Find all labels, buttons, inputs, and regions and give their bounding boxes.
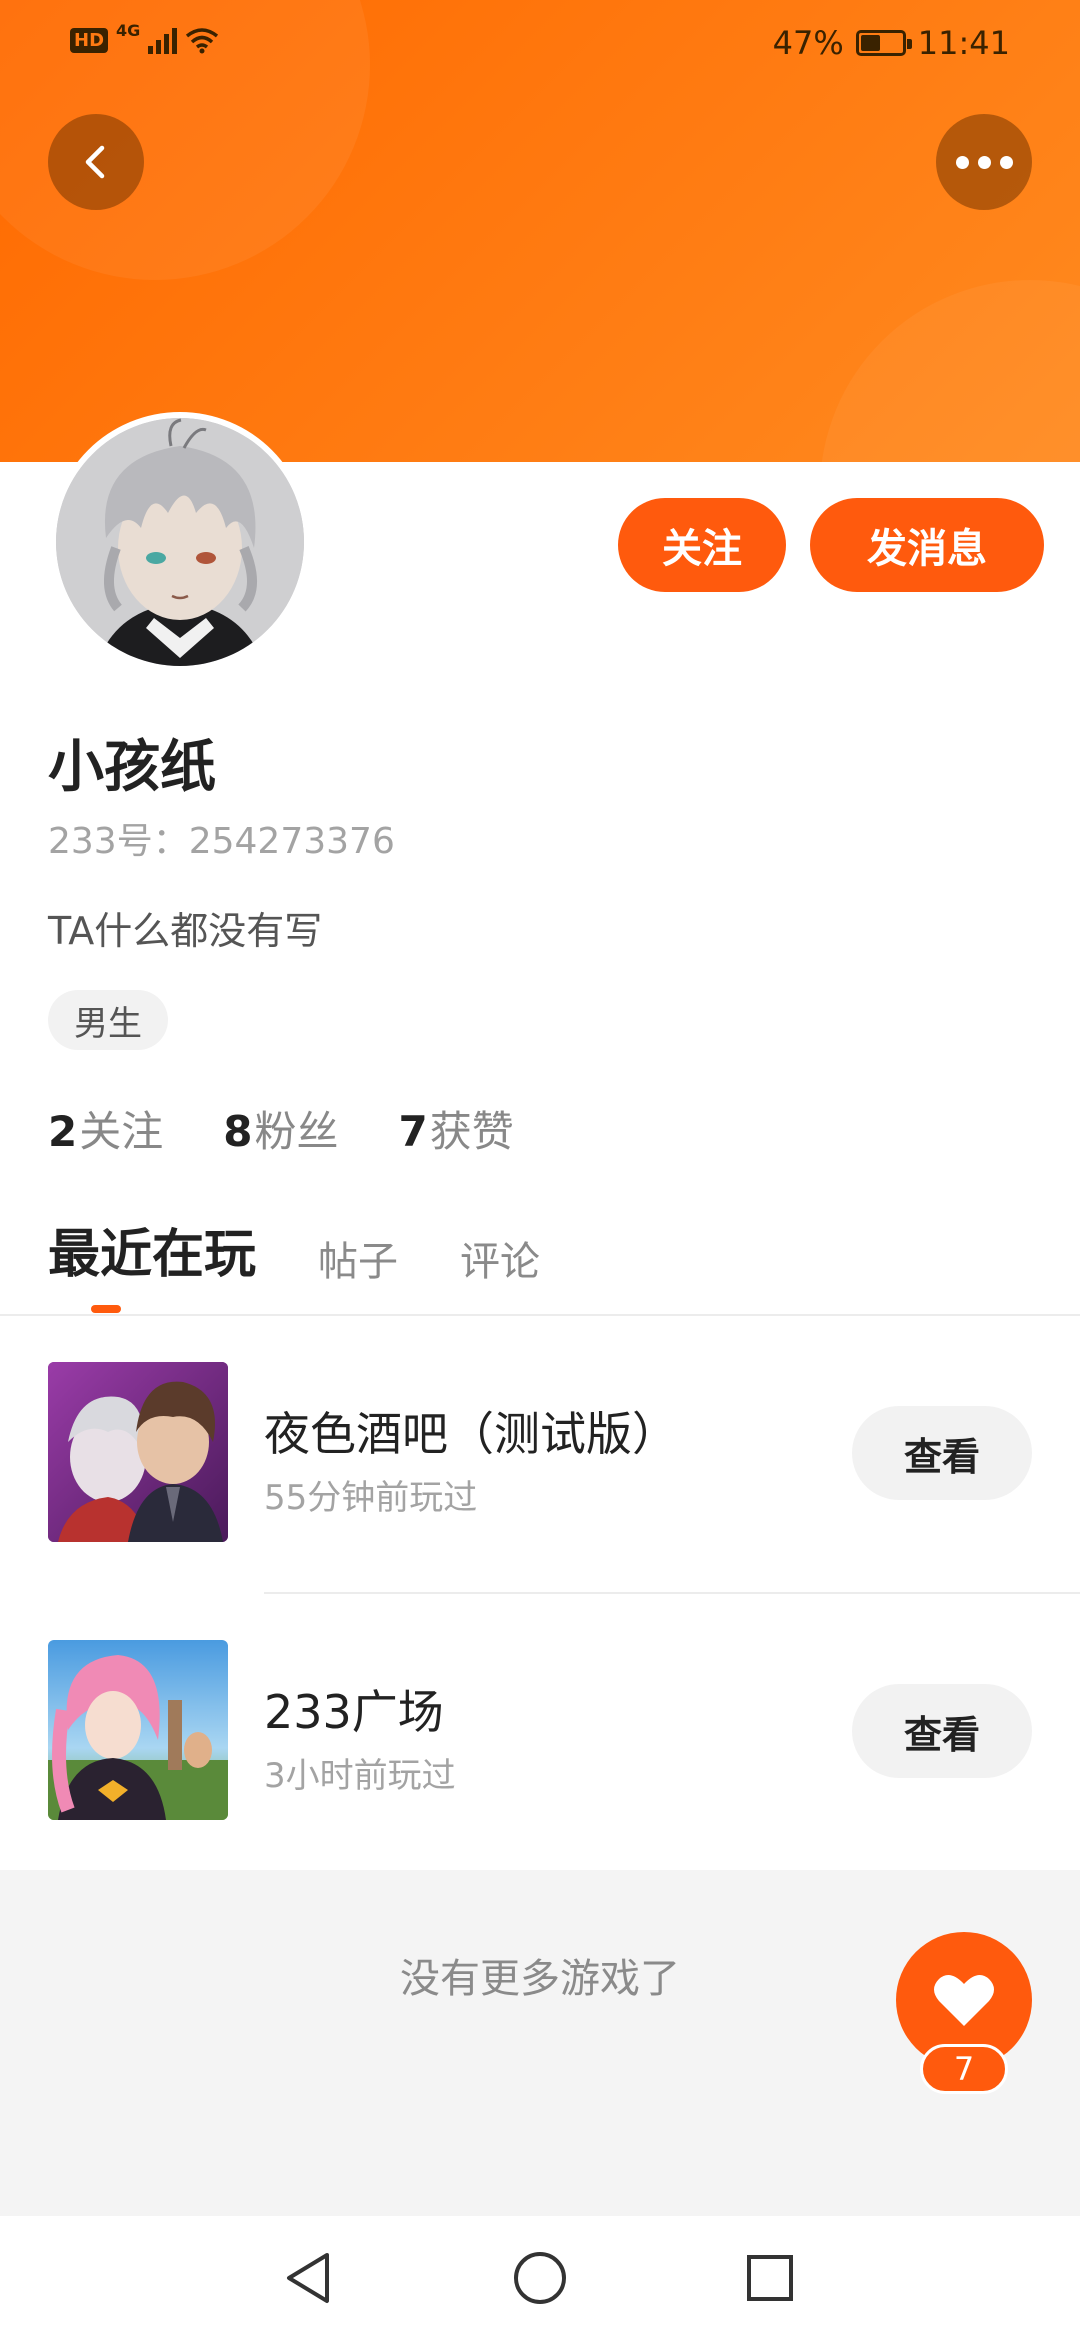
clock: 11:41 bbox=[917, 24, 1010, 62]
nav-back-button[interactable] bbox=[276, 2246, 340, 2310]
battery-percent: 47% bbox=[772, 24, 844, 62]
profile-tabs: 最近在玩 帖子 评论 bbox=[48, 1212, 540, 1297]
nav-recents-icon bbox=[747, 2255, 793, 2301]
avatar-image bbox=[56, 418, 304, 666]
tab-divider bbox=[0, 1314, 1080, 1316]
active-tab-indicator bbox=[91, 1305, 121, 1313]
like-count-badge: 7 bbox=[920, 2044, 1008, 2094]
stat-likes[interactable]: 7获赞 bbox=[399, 1098, 514, 1159]
chevron-left-icon bbox=[85, 145, 105, 179]
game-title: 夜色酒吧（测试版） bbox=[264, 1407, 678, 1461]
avatar[interactable] bbox=[50, 412, 310, 672]
battery-level bbox=[860, 35, 880, 51]
game-last-played: 55分钟前玩过 bbox=[264, 1478, 478, 1518]
game-last-played: 3小时前玩过 bbox=[264, 1756, 456, 1796]
nav-home-icon bbox=[514, 2252, 566, 2304]
tab-comments[interactable]: 评论 bbox=[460, 1229, 540, 1297]
profile-header-banner: HD 4G 47% 11:41 bbox=[0, 0, 1080, 462]
gender-tag: 男生 bbox=[48, 990, 168, 1050]
nav-home-button[interactable] bbox=[508, 2246, 572, 2310]
heart-icon bbox=[934, 1975, 994, 2026]
header-decoration bbox=[820, 280, 1080, 462]
network-type-label: 4G bbox=[116, 20, 141, 40]
game-icon bbox=[48, 1362, 228, 1542]
tab-posts[interactable]: 帖子 bbox=[318, 1229, 398, 1297]
user-bio: TA什么都没有写 bbox=[48, 909, 323, 953]
status-bar: HD 4G 47% 11:41 bbox=[0, 0, 1080, 90]
list-divider bbox=[264, 1592, 1080, 1594]
view-game-button[interactable]: 查看 bbox=[852, 1406, 1032, 1500]
wifi-icon bbox=[186, 28, 219, 54]
profile-stats: 2关注 8粉丝 7获赞 bbox=[48, 1098, 514, 1159]
view-game-button[interactable]: 查看 bbox=[852, 1684, 1032, 1778]
hd-badge: HD bbox=[70, 27, 109, 53]
nav-back-icon bbox=[287, 2253, 329, 2303]
game-list-item[interactable]: 夜色酒吧（测试版） 55分钟前玩过 查看 bbox=[0, 1362, 1080, 1542]
game-icon bbox=[48, 1640, 228, 1820]
stat-following[interactable]: 2关注 bbox=[48, 1098, 163, 1159]
system-navigation-bar bbox=[0, 2216, 1080, 2340]
nav-recents-button[interactable] bbox=[738, 2246, 802, 2310]
signal-icon bbox=[148, 26, 178, 54]
tab-recently-played[interactable]: 最近在玩 bbox=[48, 1212, 256, 1297]
game-list-item[interactable]: 233广场 3小时前玩过 查看 bbox=[0, 1640, 1080, 1820]
more-dots-icon bbox=[955, 155, 1013, 169]
username: 小孩纸 bbox=[48, 735, 216, 800]
follow-button[interactable]: 关注 bbox=[618, 498, 786, 592]
back-button[interactable] bbox=[48, 114, 144, 210]
user-id: 233号：254273376 bbox=[48, 821, 395, 862]
stat-fans[interactable]: 8粉丝 bbox=[223, 1098, 338, 1159]
send-message-button[interactable]: 发消息 bbox=[810, 498, 1044, 592]
more-options-button[interactable] bbox=[936, 114, 1032, 210]
game-title: 233广场 bbox=[264, 1685, 444, 1739]
battery-icon bbox=[855, 30, 912, 56]
